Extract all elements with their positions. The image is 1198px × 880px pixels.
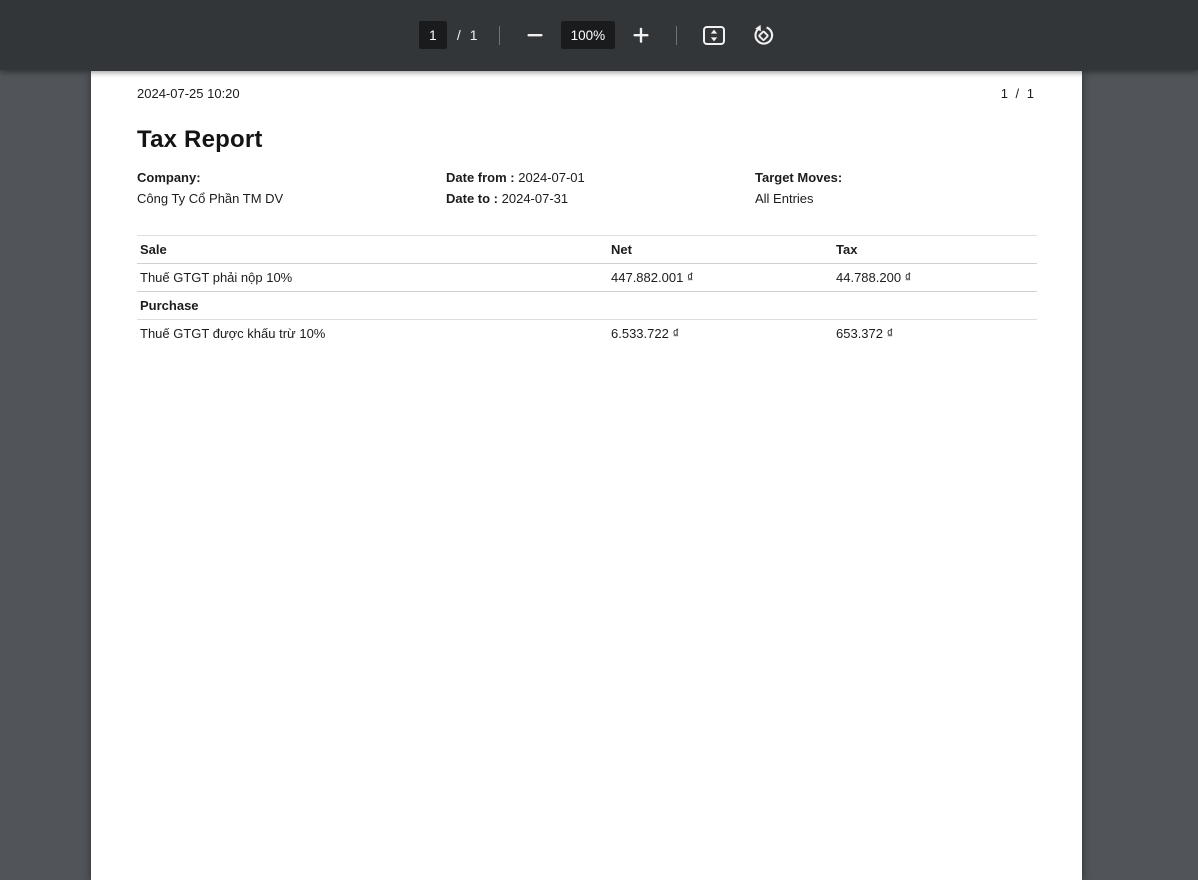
rotate-button[interactable] — [748, 20, 779, 51]
zoom-level-select[interactable]: 100% — [561, 21, 616, 49]
table-row: Thuế GTGT phải nộp 10% 447.882.001 ₫ 44.… — [137, 264, 1037, 292]
page-divider: / — [457, 27, 461, 43]
zoom-in-button[interactable] — [627, 21, 655, 49]
pdf-toolbar: / 1 100% — [0, 0, 1198, 70]
pdf-page: 2024-07-25 10:20 1 / 1 Tax Report Compan… — [91, 71, 1082, 880]
meta-dates: Date from : 2024-07-01 Date to : 2024-07… — [446, 167, 755, 209]
tax-line-tax: 653.372 ₫ — [833, 320, 1037, 348]
table-row: Thuế GTGT được khấu trừ 10% 6.533.722 ₫ … — [137, 320, 1037, 348]
report-document: 2024-07-25 10:20 1 / 1 Tax Report Compan… — [137, 71, 1037, 347]
fit-page-icon — [702, 25, 726, 46]
date-to-value: 2024-07-31 — [502, 191, 569, 206]
rotate-counterclockwise-icon — [752, 24, 775, 47]
plus-icon — [631, 25, 651, 45]
meta-target-moves: Target Moves: All Entries — [755, 167, 1037, 209]
document-page-indicator: 1 / 1 — [1001, 86, 1036, 101]
company-value: Công Ty Cổ Phần TM DV — [137, 191, 283, 206]
page-total: 1 — [470, 27, 478, 43]
toolbar-separator — [499, 26, 500, 45]
date-from-label: Date from : — [446, 170, 515, 185]
tax-line-tax: 44.788.200 ₫ — [833, 264, 1037, 292]
print-timestamp: 2024-07-25 10:20 — [137, 86, 240, 101]
tax-report-table: Sale Net Tax Thuế GTGT phải nộp 10% 447.… — [137, 235, 1037, 347]
pdf-viewer: { "viewer": { "toolbar": { "current_page… — [0, 0, 1198, 880]
date-to-label: Date to : — [446, 191, 498, 206]
tax-line-label: Thuế GTGT được khấu trừ 10% — [137, 320, 608, 348]
toolbar-separator — [676, 26, 677, 45]
column-header-sale: Sale — [137, 236, 608, 264]
table-header-row: Sale Net Tax — [137, 236, 1037, 264]
target-moves-value: All Entries — [755, 191, 814, 206]
toolbar-controls: / 1 100% — [419, 20, 779, 51]
report-title: Tax Report — [137, 126, 1037, 154]
tax-line-net: 447.882.001 ₫ — [608, 264, 833, 292]
column-header-tax: Tax — [833, 236, 1037, 264]
fit-page-button[interactable] — [698, 21, 730, 50]
column-header-net: Net — [608, 236, 833, 264]
document-header: 2024-07-25 10:20 1 / 1 — [137, 86, 1037, 101]
target-moves-label: Target Moves: — [755, 170, 842, 185]
meta-company: Company: Công Ty Cổ Phần TM DV — [137, 167, 446, 209]
minus-icon — [525, 25, 545, 45]
section-label: Purchase — [137, 292, 1037, 320]
tax-line-label: Thuế GTGT phải nộp 10% — [137, 264, 608, 292]
tax-line-net: 6.533.722 ₫ — [608, 320, 833, 348]
company-label: Company: — [137, 170, 201, 185]
report-meta: Company: Công Ty Cổ Phần TM DV Date from… — [137, 167, 1037, 209]
zoom-level-value: 100% — [571, 28, 606, 43]
date-from-value: 2024-07-01 — [518, 170, 585, 185]
table-section-row: Purchase — [137, 292, 1037, 320]
page-number-input[interactable] — [419, 21, 447, 49]
zoom-out-button[interactable] — [521, 21, 549, 49]
